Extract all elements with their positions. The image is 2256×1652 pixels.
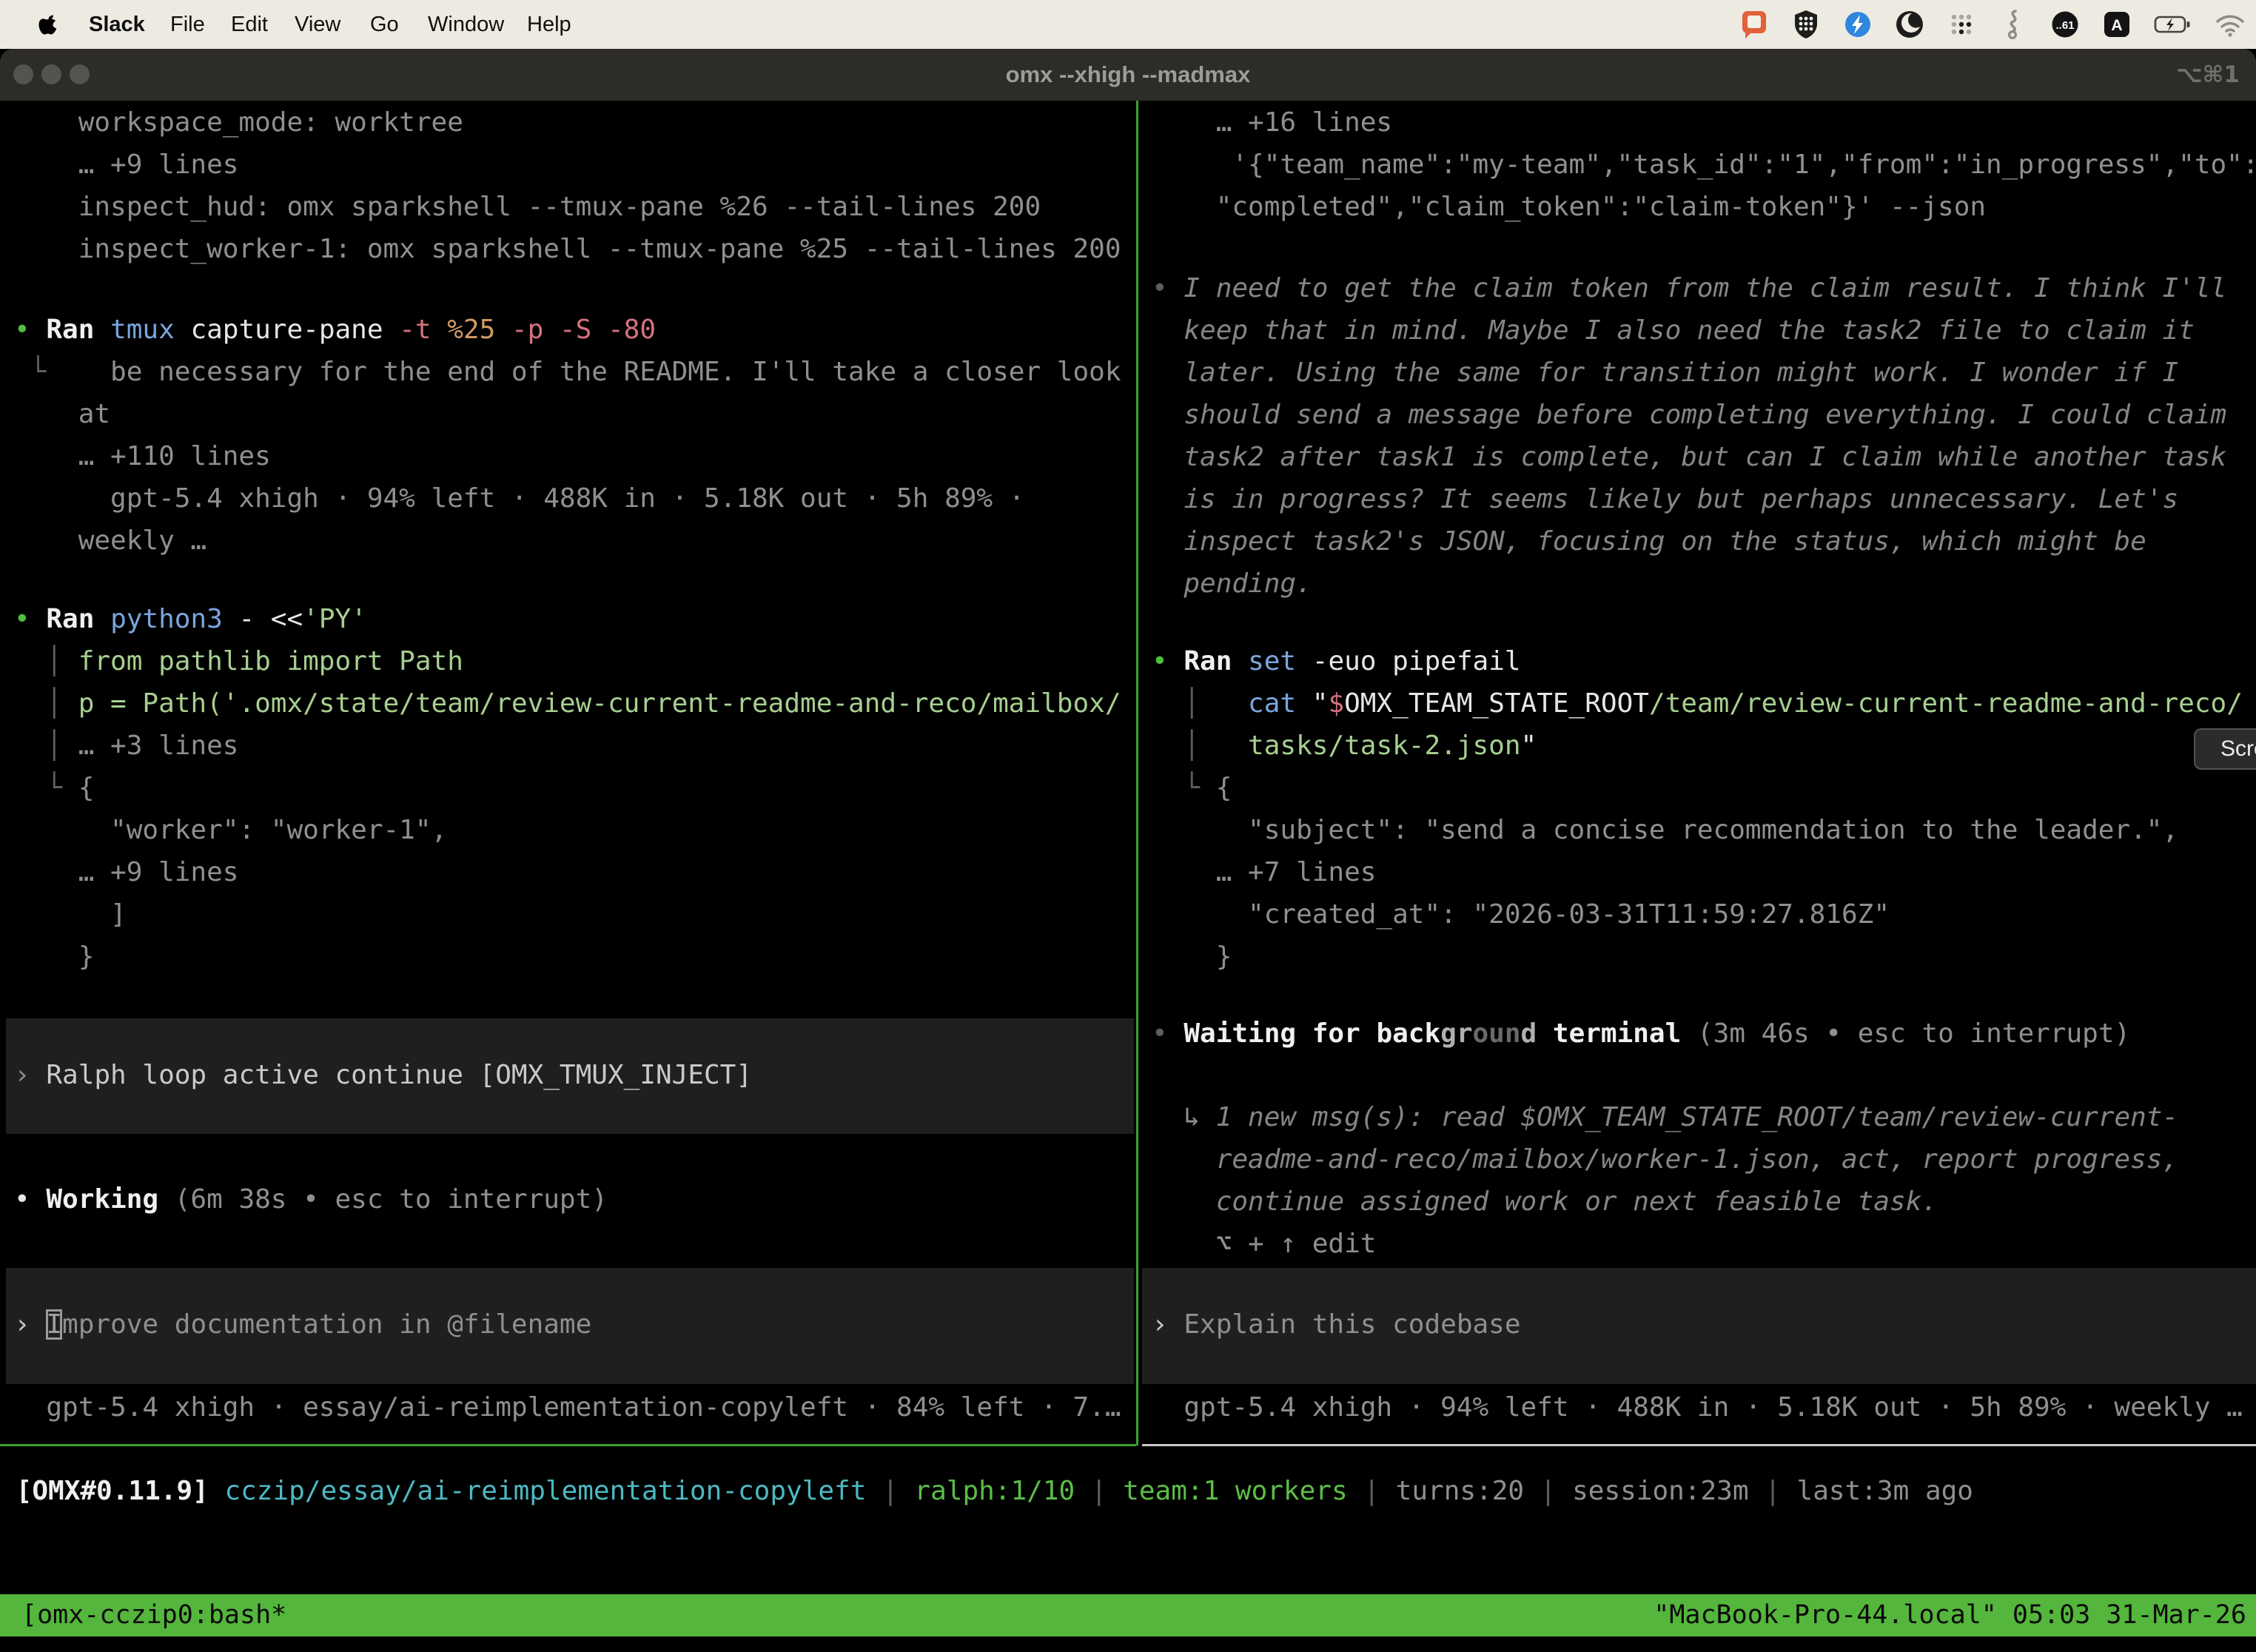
menu-item-window[interactable]: Window — [428, 0, 504, 49]
terminal-line: • Ran set -euo pipefail — [1152, 640, 1521, 682]
battery-icon[interactable] — [2152, 8, 2194, 41]
menu-item-view[interactable]: View — [295, 0, 340, 49]
terminal-line: inspect_worker-1: omx sparkshell --tmux-… — [14, 228, 1121, 270]
terminal-line: [OMX#0.11.9] cczip/essay/ai-reimplementa… — [0, 1470, 1973, 1512]
terminal-line: "completed","claim_token":"claim-token"}… — [1152, 186, 1986, 228]
terminal-line: readme-and-reco/mailbox/worker-1.json, a… — [1152, 1138, 2178, 1181]
tmux-status-bar: [omx-cczip0:bash* "MacBook-Pro-44.local"… — [0, 1594, 2256, 1636]
pane-border-right — [1142, 1444, 2256, 1446]
menu-item-help[interactable]: Help — [527, 0, 571, 49]
terminal-line: │ … +3 lines — [14, 725, 238, 767]
terminal-line: │ from pathlib import Path — [14, 640, 463, 682]
terminal-line: │ cat "$OMX_TEAM_STATE_ROOT/team/review-… — [1152, 682, 2243, 725]
terminal-line: should send a message before completing … — [1152, 394, 2226, 436]
pane-separator-vertical[interactable] — [1136, 101, 1138, 1446]
terminal-line: later. Using the same for transition mig… — [1152, 352, 2178, 394]
window-title: omx --xhigh --madmax — [0, 49, 2256, 101]
terminal-line: ⌥ + ↑ edit — [1152, 1223, 1376, 1265]
terminal-line: … +9 lines — [14, 144, 238, 186]
terminal-line: ↳ 1 new msg(s): read $OMX_TEAM_STATE_ROO… — [1152, 1096, 2178, 1138]
terminal-line: at — [14, 393, 110, 435]
terminal-line: gpt-5.4 xhigh · essay/ai-reimplementatio… — [14, 1386, 1121, 1428]
terminal-line: keep that in mind. Maybe I also need the… — [1152, 309, 2195, 352]
window-shortcut-badge: ⌥⌘1 — [2176, 49, 2240, 101]
menu-item-go[interactable]: Go — [370, 0, 399, 49]
timer-badge-icon[interactable]: ..61 — [2049, 8, 2081, 41]
terminal-line: │ p = Path('.omx/state/team/review-curre… — [14, 682, 1121, 725]
terminal-line: • Working (6m 38s • esc to interrupt) — [14, 1178, 608, 1220]
terminal-line: '{"team_name":"my-team","task_id":"1","f… — [1152, 144, 2256, 186]
terminal-line: └ { — [14, 767, 94, 809]
terminal-line: "subject": "send a concise recommendatio… — [1152, 809, 2178, 851]
screen-tooltip: Scre — [2194, 728, 2256, 770]
terminal-line: › Ralph loop active continue [OMX_TMUX_I… — [14, 1054, 752, 1096]
terminal-line: pending. — [1152, 563, 1312, 605]
menu-bar: Slack File Edit View Go Window Help ..61… — [0, 0, 2256, 49]
terminal-line: … +16 lines — [1152, 101, 1392, 144]
dots-grid-icon[interactable] — [1945, 8, 1978, 41]
svg-text:..61: ..61 — [2055, 19, 2074, 32]
terminal-line: is in progress? It seems likely but perh… — [1152, 478, 2178, 520]
lightning-badge-icon[interactable] — [1842, 8, 1874, 41]
terminal-line: workspace_mode: worktree — [14, 101, 463, 144]
terminal-line: weekly … — [14, 520, 207, 562]
terminal-line: gpt-5.4 xhigh · 94% left · 488K in · 5.1… — [1152, 1386, 2243, 1428]
terminal-line: inspect task2's JSON, focusing on the st… — [1152, 520, 2146, 563]
apple-menu-icon[interactable] — [38, 13, 58, 40]
terminal-line: › Explain this codebase — [1152, 1303, 1521, 1346]
screen-record-icon[interactable] — [1738, 8, 1770, 41]
window-title-bar: omx --xhigh --madmax ⌥⌘1 — [0, 49, 2256, 101]
active-pane-border-left — [0, 1444, 1136, 1446]
menu-app-name[interactable]: Slack — [89, 0, 145, 49]
terminal-line: … +7 lines — [1152, 851, 1376, 893]
input-source-icon[interactable]: A — [2101, 8, 2133, 41]
terminal-line: • Waiting for background terminal (3m 46… — [1152, 1013, 2130, 1055]
terminal-line: } — [1152, 936, 1232, 978]
terminal-line: task2 after task1 is complete, but can I… — [1152, 436, 2226, 478]
terminal-line: } — [14, 936, 94, 978]
terminal-line: … +9 lines — [14, 851, 238, 893]
terminal-line: • I need to get the claim token from the… — [1152, 267, 2226, 309]
shield-grid-icon[interactable] — [1790, 8, 1822, 41]
crescent-badge-icon[interactable] — [1893, 8, 1926, 41]
terminal-line: • Ran tmux capture-pane -t %25 -p -S -80 — [14, 309, 656, 351]
terminal-line: │ tasks/task-2.json" — [1152, 725, 1537, 767]
tmux-session-label: [omx-cczip0:bash* — [21, 1594, 286, 1636]
terminal-line: … +110 lines — [14, 435, 271, 477]
menu-item-file[interactable]: File — [170, 0, 205, 49]
status-icons: ..61 A — [1738, 0, 2247, 49]
wifi-icon[interactable] — [2213, 8, 2247, 41]
terminal-line: continue assigned work or next feasible … — [1152, 1181, 1938, 1223]
terminal-line: ] — [14, 893, 127, 936]
terminal-content: Scre [omx-cczip0:bash* "MacBook-Pro-44.l… — [0, 0, 2256, 1652]
terminal-line: "created_at": "2026-03-31T11:59:27.816Z" — [1152, 893, 1890, 936]
terminal-line: › Improve documentation in @filename — [14, 1303, 591, 1346]
terminal-line: • Ran python3 - <<'PY' — [14, 598, 367, 640]
terminal-line: └ be necessary for the end of the README… — [14, 351, 1121, 393]
squiggle-icon[interactable] — [1997, 8, 2030, 41]
svg-text:A: A — [2111, 17, 2122, 34]
terminal-line: gpt-5.4 xhigh · 94% left · 488K in · 5.1… — [14, 477, 1024, 520]
menu-item-edit[interactable]: Edit — [231, 0, 268, 49]
tmux-host-clock: "MacBook-Pro-44.local" 05:03 31-Mar-26 — [1654, 1594, 2246, 1636]
terminal-line: └ { — [1152, 767, 1232, 809]
terminal-line: "worker": "worker-1", — [14, 809, 447, 851]
terminal-line: inspect_hud: omx sparkshell --tmux-pane … — [14, 186, 1041, 228]
